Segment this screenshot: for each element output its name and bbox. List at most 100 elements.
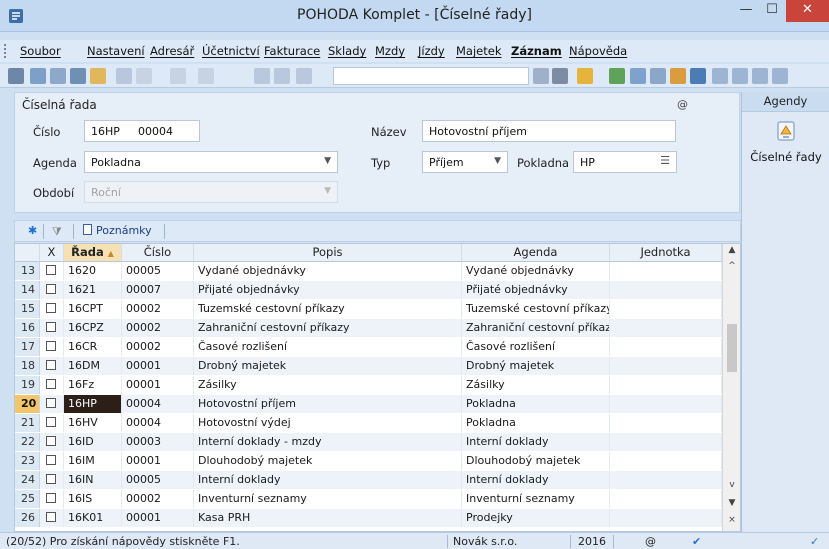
table-row[interactable]: 20 16HP 00004 Hotovostní příjem Pokladna <box>15 395 722 413</box>
row-checkbox[interactable] <box>40 376 64 394</box>
chevron-up-icon[interactable]: ^ <box>723 261 740 277</box>
header-popis[interactable]: Popis <box>194 244 462 262</box>
at-icon[interactable]: @ <box>677 98 688 111</box>
checkbox-icon[interactable] <box>46 341 56 351</box>
checkbox-icon[interactable] <box>46 398 56 408</box>
forward-icon[interactable] <box>198 68 214 84</box>
search-input[interactable] <box>333 67 529 85</box>
table-icon[interactable] <box>630 68 646 84</box>
row-checkbox[interactable] <box>40 452 64 470</box>
users-icon[interactable] <box>670 68 686 84</box>
scroll-down-icon[interactable]: ▼ <box>723 498 740 514</box>
list-picker-icon[interactable]: ☰ <box>660 154 670 167</box>
checkbox-icon[interactable] <box>46 512 56 522</box>
checkbox-icon[interactable] <box>46 436 56 446</box>
tab-poznamky[interactable]: Poznámky <box>83 224 152 237</box>
copy-icon[interactable] <box>30 68 46 84</box>
checkbox-icon[interactable] <box>46 303 56 313</box>
preview-icon[interactable] <box>70 68 86 84</box>
checkbox-icon[interactable] <box>46 493 56 503</box>
grid-icon[interactable] <box>650 68 666 84</box>
document-icon[interactable] <box>116 68 132 84</box>
table-row[interactable]: 26 16K01 00001 Kasa PRH Prodejky <box>15 509 722 527</box>
nazev-field[interactable]: Hotovostní příjem <box>422 120 676 142</box>
row-checkbox[interactable] <box>40 357 64 375</box>
agenda-select[interactable]: Pokladna ▼ <box>84 151 338 173</box>
table-row[interactable]: 21 16HV 00004 Hotovostní výdej Pokladna <box>15 414 722 432</box>
close-button[interactable]: ✕ <box>786 0 829 22</box>
pokladna-field[interactable]: HP ☰ <box>573 151 677 173</box>
checkbox-icon[interactable] <box>46 379 56 389</box>
checkbox-icon[interactable] <box>46 322 56 332</box>
table-row[interactable]: 15 16CPT 00002 Tuzemské cestovní příkazy Tuz… <box>15 300 722 318</box>
minimize-button[interactable]: — <box>733 0 759 22</box>
edit-icon[interactable] <box>136 68 152 84</box>
print-icon[interactable] <box>50 68 66 84</box>
table-row[interactable]: 13 1620 00005 Vydané objednávky Vydané objed… <box>15 262 722 280</box>
star-icon[interactable]: ✱ <box>28 224 37 237</box>
table-row[interactable]: 14 1621 00007 Přijaté objednávky Přijaté obj… <box>15 281 722 299</box>
table-row[interactable]: 25 16IS 00002 Inventurní seznamy Inventurní … <box>15 490 722 508</box>
header-rada[interactable]: Řada ▲ <box>64 244 122 262</box>
maximize-button[interactable]: ☐ <box>759 0 785 22</box>
row-checkbox[interactable] <box>40 281 64 299</box>
window3-icon[interactable] <box>752 68 768 84</box>
header-jednotka[interactable]: Jednotka <box>610 244 722 262</box>
scroll-thumb[interactable] <box>727 324 737 372</box>
row-checkbox[interactable] <box>40 414 64 432</box>
row-checkbox[interactable] <box>40 509 64 527</box>
check-status-icon[interactable]: ✔ <box>692 535 701 548</box>
checkbox-icon[interactable] <box>46 284 56 294</box>
checkbox-icon[interactable] <box>46 455 56 465</box>
table-row[interactable]: 16 16CPZ 00002 Zahraniční cestovní příkazy Z… <box>15 319 722 337</box>
typ-select[interactable]: Příjem ▼ <box>422 151 508 173</box>
chevron-down-icon[interactable]: v <box>723 480 740 496</box>
header-x[interactable]: X <box>40 244 64 262</box>
ok-status-icon[interactable]: ✓ <box>810 535 819 548</box>
checkbox-icon[interactable] <box>46 474 56 484</box>
filter-icon[interactable] <box>552 68 568 84</box>
table-row[interactable]: 24 16IN 00005 Interní doklady Interní doklad… <box>15 471 722 489</box>
scroll-end-icon[interactable]: × <box>723 515 740 531</box>
help-icon[interactable] <box>772 68 788 84</box>
vertical-scrollbar[interactable]: ▲ ^ v ▼ × <box>722 244 740 531</box>
menu-majetek[interactable]: Majetek <box>456 44 501 58</box>
menu-nastaveni[interactable]: Nastavení <box>87 44 145 58</box>
back-icon[interactable] <box>170 68 186 84</box>
table-row[interactable]: 19 16Fz 00001 Zásilky Zásilky <box>15 376 722 394</box>
dropdown-icon[interactable] <box>533 68 549 84</box>
menu-jizdy[interactable]: Jízdy <box>418 44 445 58</box>
header-agenda[interactable]: Agenda <box>462 244 610 262</box>
menu-sklady[interactable]: Sklady <box>328 44 366 58</box>
header-cislo[interactable]: Číslo <box>122 244 194 262</box>
menu-napoveda[interactable]: Nápověda <box>569 44 627 58</box>
menu-ucetnictvi[interactable]: Účetnictví <box>202 44 260 58</box>
row-checkbox[interactable] <box>40 471 64 489</box>
menu-fakturace[interactable]: Fakturace <box>264 44 320 58</box>
save-icon[interactable] <box>254 68 270 84</box>
window2-icon[interactable] <box>732 68 748 84</box>
save-all-icon[interactable] <box>274 68 290 84</box>
table-row[interactable]: 18 16DM 00001 Drobný majetek Drobný majetek <box>15 357 722 375</box>
row-checkbox[interactable] <box>40 300 64 318</box>
checkbox-icon[interactable] <box>46 265 56 275</box>
table-row[interactable]: 22 16ID 00003 Interní doklady - mzdy Interní… <box>15 433 722 451</box>
scroll-up-icon[interactable]: ▲ <box>723 245 740 261</box>
menu-soubor[interactable]: Soubor <box>20 44 61 58</box>
row-checkbox[interactable] <box>40 433 64 451</box>
menu-mzdy[interactable]: Mzdy <box>375 44 405 58</box>
row-checkbox[interactable] <box>40 490 64 508</box>
row-checkbox[interactable] <box>40 395 64 413</box>
agendy-item-cislene-rady[interactable]: Číselné řady <box>742 150 829 164</box>
table-row[interactable]: 17 16CR 00002 Časové rozlišení Časové rozliš… <box>15 338 722 356</box>
checkbox-icon[interactable] <box>46 417 56 427</box>
menu-adresar[interactable]: Adresář <box>150 44 194 58</box>
table-row[interactable]: 23 16IM 00001 Dlouhodobý majetek Dlouhodobý … <box>15 452 722 470</box>
clipboard-icon[interactable] <box>296 68 312 84</box>
folder-open-icon[interactable] <box>577 68 593 84</box>
at-status-icon[interactable]: @ <box>645 535 656 548</box>
cislene-rady-icon[interactable] <box>773 118 799 144</box>
bank-icon[interactable] <box>690 68 706 84</box>
row-checkbox[interactable] <box>40 319 64 337</box>
row-checkbox[interactable] <box>40 338 64 356</box>
